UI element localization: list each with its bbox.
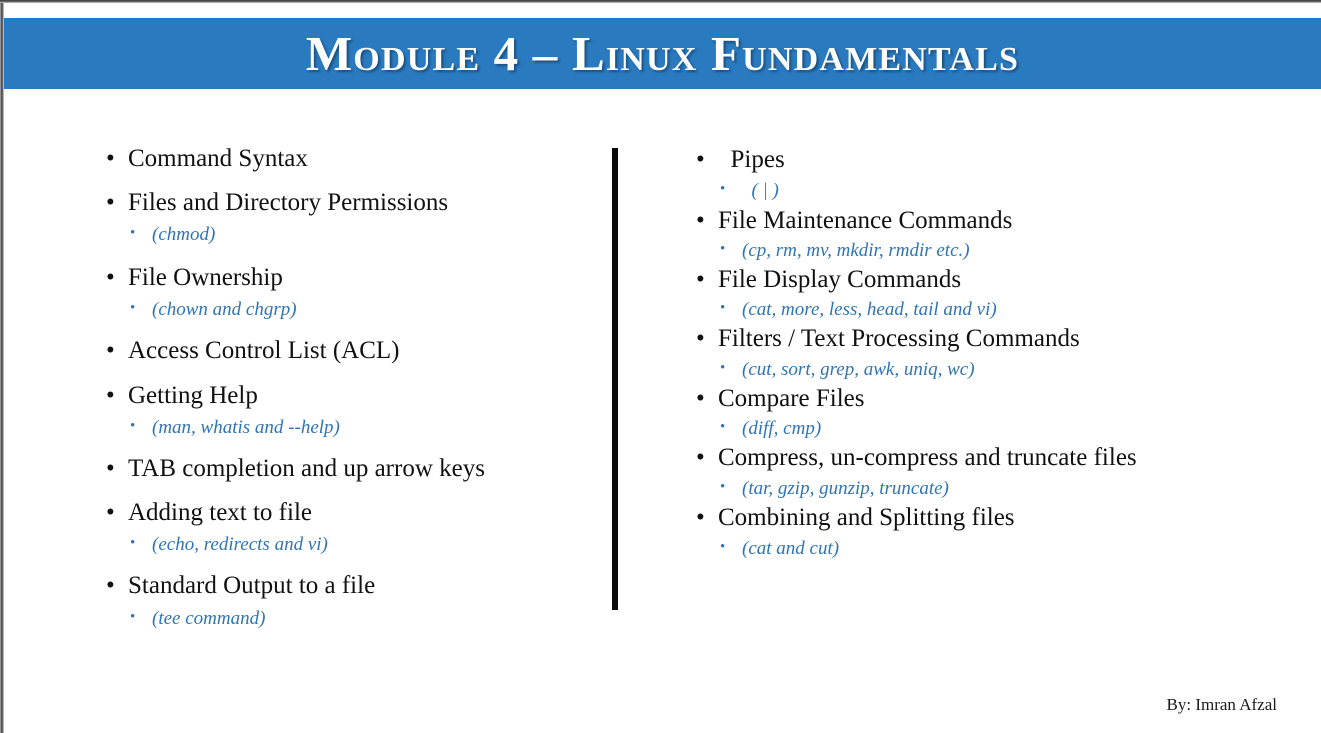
- sub-bullet-marker-icon: •: [720, 479, 726, 495]
- author-credit: By: Imran Afzal: [1166, 695, 1277, 714]
- topic-bullet-label: TAB completion and up arrow keys: [128, 455, 485, 482]
- bullet-marker-icon: •: [106, 145, 115, 172]
- sub-bullet-marker-icon: •: [130, 535, 136, 551]
- sub-bullet-marker-icon: •: [130, 225, 136, 241]
- topic-sub-bullet: • (tar, gzip, gunzip, truncate): [690, 479, 949, 498]
- sub-bullet-marker-icon: •: [720, 181, 726, 197]
- topic-sub-bullet-label: (chmod): [152, 224, 216, 245]
- topic-sub-bullet-label: (chown and chgrp): [152, 299, 297, 320]
- topic-bullet-label: File Maintenance Commands: [718, 207, 1013, 234]
- topic-bullet-label: Files and Directory Permissions: [128, 189, 449, 216]
- topic-sub-bullet: • (cat and cut): [690, 539, 839, 558]
- sub-bullet-marker-icon: •: [720, 539, 726, 555]
- topic-bullet: • Adding text to file: [100, 500, 312, 525]
- topic-bullet-label: Combining and Splitting files: [718, 504, 1015, 531]
- topic-bullet: • Compress, un-compress and truncate file…: [690, 445, 1137, 470]
- window-top-edge: [0, 0, 1321, 3]
- topic-bullet-label: Standard Output to a file: [128, 572, 376, 599]
- bullet-marker-icon: •: [106, 499, 115, 526]
- topic-bullet-label: File Ownership: [128, 264, 283, 291]
- bullet-marker-icon: •: [106, 337, 115, 364]
- bullet-marker-icon: •: [106, 455, 115, 482]
- column-divider: [612, 148, 618, 610]
- topic-bullet: • Files and Directory Permissions: [100, 190, 448, 215]
- topic-bullet-label: Filters / Text Processing Commands: [718, 325, 1080, 352]
- topic-bullet-label: Adding text to file: [128, 499, 312, 526]
- topic-bullet: • Compare Files: [690, 386, 865, 411]
- topic-bullet: • Filters / Text Processing Commands: [690, 326, 1080, 351]
- topic-sub-bullet: • (diff, cmp): [690, 419, 821, 438]
- topic-bullet-label: Pipes: [718, 146, 785, 173]
- topic-bullet: • Access Control List (ACL): [100, 338, 399, 363]
- bullet-marker-icon: •: [106, 382, 115, 409]
- topic-sub-bullet-label: (man, whatis and --help): [152, 417, 340, 438]
- slide-title: Module 4 – Linux Fundamentals: [305, 26, 1020, 81]
- sub-bullet-marker-icon: •: [720, 360, 726, 376]
- topic-sub-bullet: • (cut, sort, grep, awk, uniq, wc): [690, 360, 975, 379]
- topic-sub-bullet: • (chmod): [100, 225, 215, 244]
- topic-bullet: • Standard Output to a file: [100, 573, 375, 598]
- topic-sub-bullet-label: ( | ): [742, 180, 779, 201]
- bullet-marker-icon: •: [106, 264, 115, 291]
- topic-sub-bullet: • (man, whatis and --help): [100, 418, 340, 437]
- bullet-marker-icon: •: [696, 146, 705, 173]
- sub-bullet-marker-icon: •: [130, 418, 136, 434]
- topic-sub-bullet-label: (cat and cut): [742, 538, 840, 559]
- topic-sub-bullet-label: (echo, redirects and vi): [152, 534, 328, 555]
- bullet-marker-icon: •: [696, 504, 705, 531]
- bullet-marker-icon: •: [696, 207, 705, 234]
- bullet-marker-icon: •: [696, 444, 705, 471]
- topic-bullet: • TAB completion and up arrow keys: [100, 456, 485, 481]
- topic-bullet-label: Compress, un-compress and truncate files: [718, 444, 1137, 471]
- bullet-marker-icon: •: [696, 266, 705, 293]
- bullet-marker-icon: •: [106, 572, 115, 599]
- topic-bullet: • Command Syntax: [100, 146, 308, 171]
- topic-bullet: • Combining and Splitting files: [690, 505, 1015, 530]
- topic-bullet-label: File Display Commands: [718, 266, 962, 293]
- title-banner: Module 4 – Linux Fundamentals: [4, 18, 1321, 89]
- topic-bullet: • Pipes: [690, 147, 785, 172]
- slide-body: • Command Syntax • Files and Directory Perm…: [4, 89, 1321, 733]
- topic-sub-bullet: • ( | ): [690, 181, 779, 200]
- sub-bullet-marker-icon: •: [130, 609, 136, 625]
- topic-bullet: • Getting Help: [100, 383, 258, 408]
- sub-bullet-marker-icon: •: [130, 300, 136, 316]
- topic-sub-bullet-label: (tar, gzip, gunzip, truncate): [742, 478, 949, 499]
- topic-sub-bullet: • (chown and chgrp): [100, 300, 297, 319]
- topic-sub-bullet: • (tee command): [100, 609, 265, 628]
- topic-sub-bullet: • (cp, rm, mv, mkdir, rmdir etc.): [690, 241, 970, 260]
- topic-sub-bullet-label: (cut, sort, grep, awk, uniq, wc): [742, 359, 975, 380]
- bullet-marker-icon: •: [696, 385, 705, 412]
- sub-bullet-marker-icon: •: [720, 300, 726, 316]
- topic-bullet-label: Getting Help: [128, 382, 258, 409]
- topic-sub-bullet: • (cat, more, less, head, tail and vi): [690, 300, 997, 319]
- sub-bullet-marker-icon: •: [720, 241, 726, 257]
- sub-bullet-marker-icon: •: [720, 419, 726, 435]
- topic-sub-bullet-label: (cat, more, less, head, tail and vi): [742, 299, 997, 320]
- bullet-marker-icon: •: [106, 189, 115, 216]
- topic-bullet: • File Display Commands: [690, 267, 961, 292]
- topic-sub-bullet-label: (cp, rm, mv, mkdir, rmdir etc.): [742, 240, 970, 261]
- topic-bullet: • File Maintenance Commands: [690, 208, 1012, 233]
- topic-bullet-label: Access Control List (ACL): [128, 337, 400, 364]
- topic-sub-bullet-label: (diff, cmp): [742, 418, 822, 439]
- bullet-marker-icon: •: [696, 325, 705, 352]
- topic-bullet-label: Compare Files: [718, 385, 865, 412]
- topic-sub-bullet: • (echo, redirects and vi): [100, 535, 328, 554]
- topic-sub-bullet-label: (tee command): [152, 608, 266, 629]
- topic-bullet-label: Command Syntax: [128, 145, 308, 172]
- topic-bullet: • File Ownership: [100, 265, 283, 290]
